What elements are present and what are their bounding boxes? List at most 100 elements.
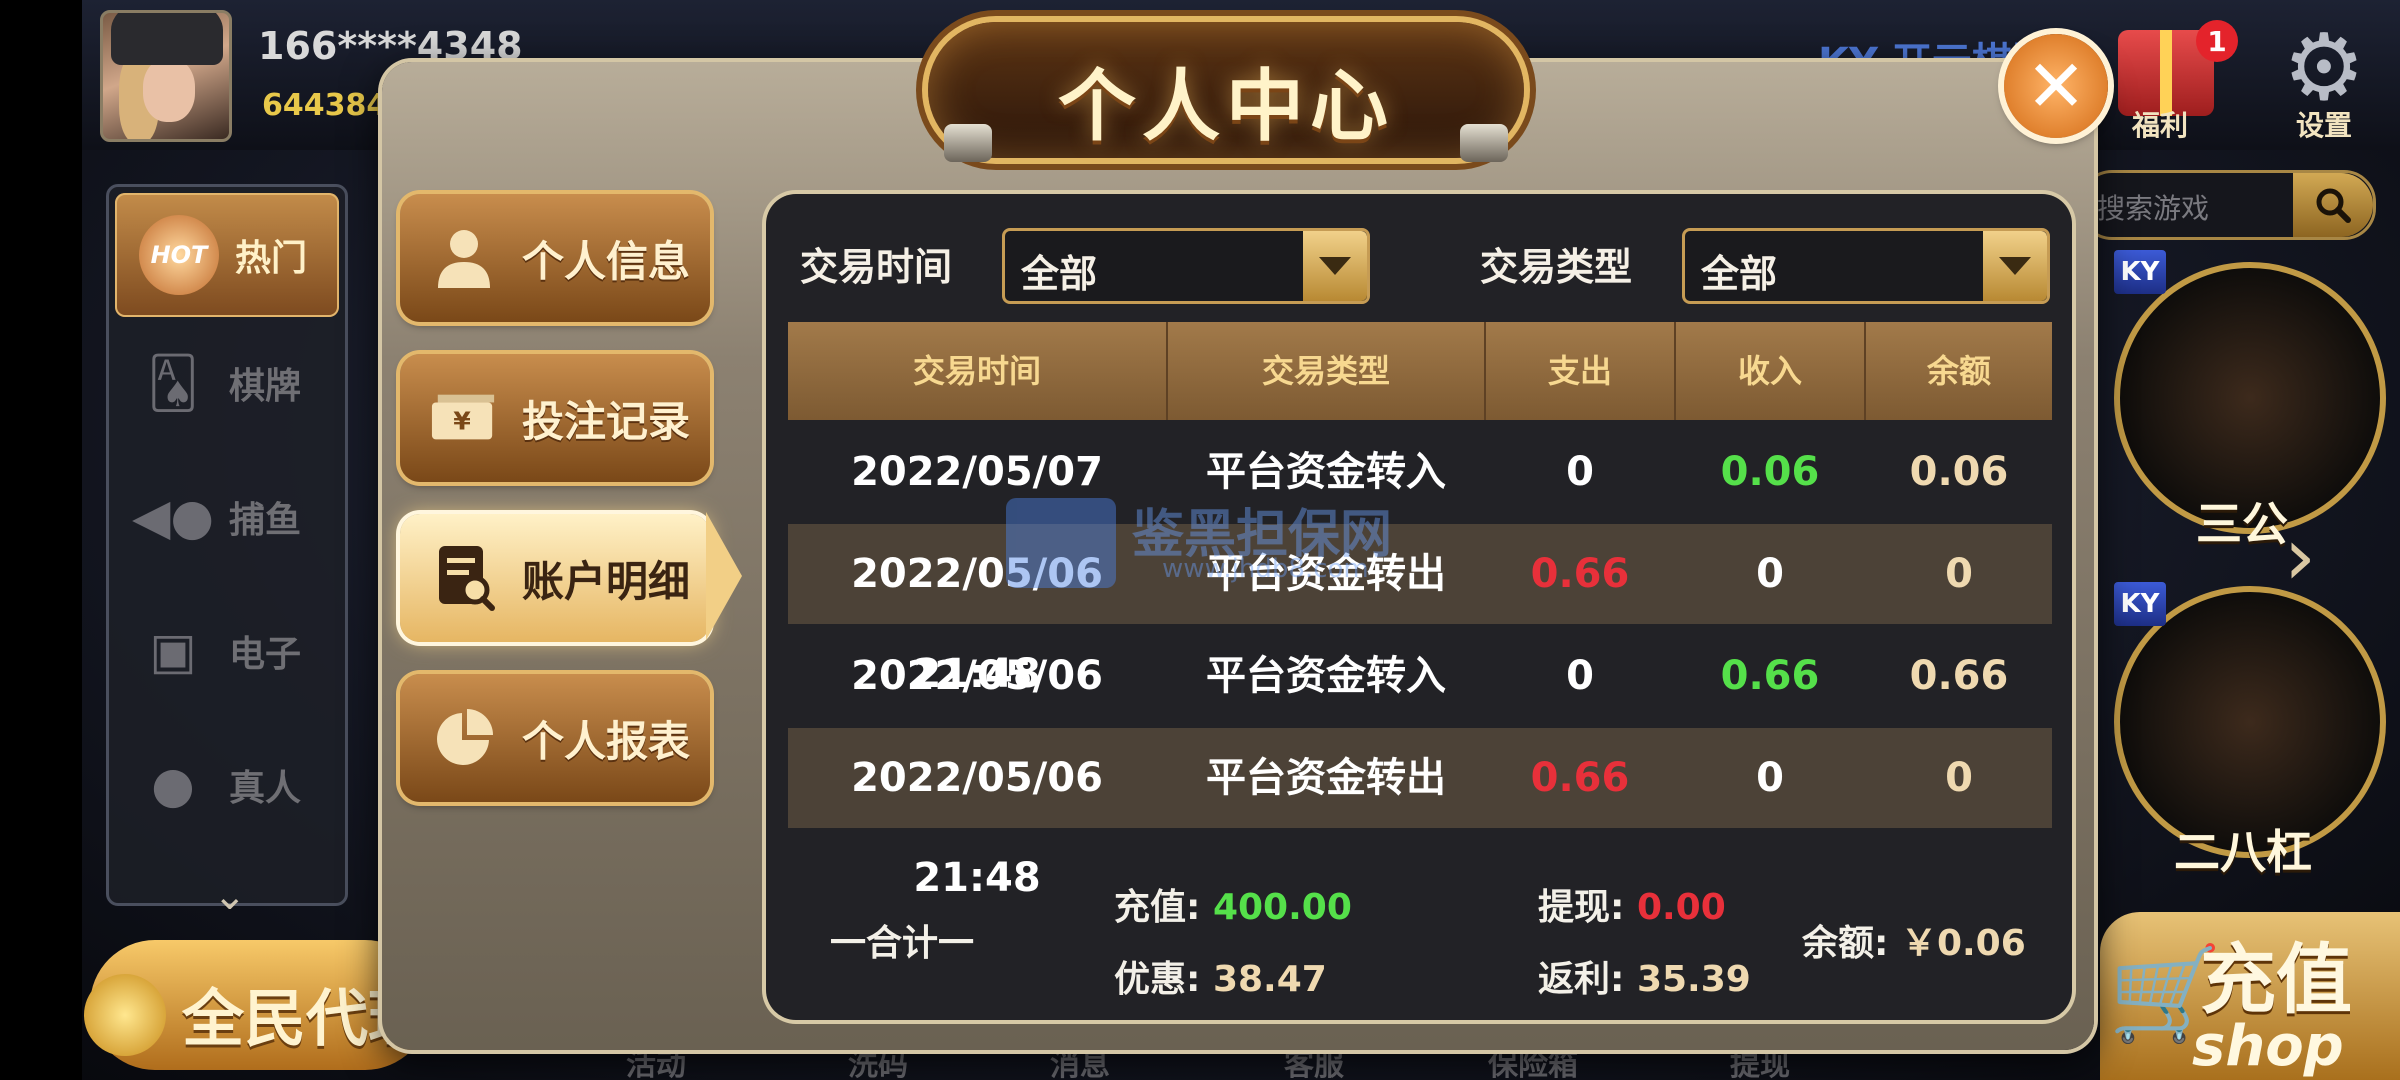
sidebar-item-hot[interactable]: HOT 热门 bbox=[115, 193, 339, 317]
summary-withdraw-label: 提现: bbox=[1538, 887, 1625, 928]
filter-type-value: 全部 bbox=[1701, 252, 1778, 296]
summary-rebate: 返利: 35.39 bbox=[1538, 950, 1751, 1002]
chevron-right-icon[interactable]: › bbox=[2284, 510, 2316, 603]
summary-balance-value: ￥0.06 bbox=[1900, 923, 2026, 964]
cards-icon: 🂡 bbox=[147, 354, 199, 412]
gear-icon[interactable]: ⚙ bbox=[2278, 22, 2370, 114]
table-row[interactable]: 2022/05/06 21:48 平台资金转入 0 0.66 0.66 bbox=[788, 626, 2052, 799]
close-button[interactable]: ✕ bbox=[2004, 34, 2108, 138]
summary-discount-label: 优惠: bbox=[1114, 959, 1201, 1000]
agent-promo-banner[interactable]: 全民代理 bbox=[84, 940, 430, 1070]
sidebar-item-label: 真人 bbox=[229, 768, 302, 809]
summary-recharge-label: 充值: bbox=[1114, 887, 1201, 928]
search-bar[interactable]: 搜索游戏 bbox=[2080, 170, 2376, 240]
sidebar-item-label: 棋牌 bbox=[229, 366, 302, 407]
watermark: 鉴黑担保网 www.jhdb8.com bbox=[1006, 488, 1486, 598]
menu-personal-info[interactable]: 个人信息 bbox=[400, 194, 710, 322]
cell-time: 2022/05/06 21:48 bbox=[851, 653, 1103, 799]
dialog-title-plate: 个人中心 bbox=[928, 22, 1524, 158]
shop-title: 充值 bbox=[2200, 935, 2352, 1024]
summary-discount: 优惠: 38.47 bbox=[1114, 950, 1327, 1002]
summary-balance: 余额: ￥0.06 bbox=[1802, 914, 2026, 966]
cell-type: 平台资金转出 bbox=[1206, 755, 1446, 801]
dialog-title: 个人中心 bbox=[1057, 62, 1394, 152]
filter-type-select[interactable]: 全部 bbox=[1682, 228, 2050, 304]
chevron-down-icon[interactable] bbox=[1303, 231, 1367, 301]
category-sidebar: HOT 热门 🂡 棋牌 ◀● 捕鱼 ▣ 电子 ● 真人 ⌄ bbox=[106, 184, 348, 919]
summary-recharge: 充值: 400.00 bbox=[1114, 878, 1352, 930]
receipt-search-icon bbox=[430, 544, 498, 612]
filter-time-label: 交易时间 bbox=[800, 245, 953, 289]
cell-income: 0 bbox=[1756, 755, 1784, 801]
column-header: 交易类型 bbox=[1261, 352, 1390, 390]
summary-withdraw: 提现: 0.00 bbox=[1538, 878, 1726, 930]
banknote-icon: ¥ bbox=[430, 384, 498, 452]
sidebar-item-fishing[interactable]: ◀● 捕鱼 bbox=[109, 457, 345, 577]
column-header: 交易时间 bbox=[912, 352, 1041, 390]
sidebar-item-label: 热门 bbox=[235, 238, 308, 279]
column-header: 余额 bbox=[1926, 352, 1991, 390]
cell-balance: 0.66 bbox=[1909, 653, 2009, 699]
menu-label: 个人报表 bbox=[522, 716, 691, 766]
filter-time-value: 全部 bbox=[1021, 252, 1098, 296]
column-header: 支出 bbox=[1547, 352, 1612, 390]
fish-icon: ◀● bbox=[131, 488, 215, 546]
summary-total-label: 一合计一 bbox=[830, 923, 975, 964]
summary-discount-value: 38.47 bbox=[1212, 959, 1327, 1000]
sidebar-item-slots[interactable]: ▣ 电子 bbox=[109, 591, 345, 711]
summary-recharge-value: 400.00 bbox=[1212, 887, 1352, 928]
summary-rebate-value: 35.39 bbox=[1636, 959, 1751, 1000]
chevron-down-icon[interactable]: ⌄ bbox=[213, 873, 247, 919]
summary-withdraw-value: 0.00 bbox=[1636, 887, 1726, 928]
sidebar-item-label: 电子 bbox=[229, 634, 302, 675]
settings-label[interactable]: 设置 bbox=[2296, 104, 2352, 144]
cell-balance: 0 bbox=[1945, 755, 1973, 801]
active-menu-pointer bbox=[706, 512, 742, 640]
cell-balance: 0.06 bbox=[1909, 449, 2009, 495]
sidebar-item-live[interactable]: ● 真人 bbox=[109, 725, 345, 845]
game-label: 二八杠 bbox=[2174, 825, 2312, 879]
summary-balance-label: 余额: bbox=[1802, 923, 1889, 964]
menu-bet-records[interactable]: ¥ 投注记录 bbox=[400, 354, 710, 482]
menu-label: 账户明细 bbox=[522, 556, 691, 606]
svg-text:¥: ¥ bbox=[453, 407, 471, 436]
table-header: 交易时间 交易类型 支出 收入 余额 bbox=[788, 322, 2052, 420]
cell-expense: 0.66 bbox=[1530, 551, 1630, 597]
avatar[interactable] bbox=[100, 10, 232, 142]
chevron-down-icon[interactable] bbox=[1983, 231, 2047, 301]
menu-label: 投注记录 bbox=[522, 396, 691, 446]
menu-personal-report[interactable]: 个人报表 bbox=[400, 674, 710, 802]
game-label: 三公 bbox=[2196, 497, 2288, 551]
watermark-url: www.jhdb8.com bbox=[1162, 554, 1369, 584]
cell-expense: 0 bbox=[1566, 449, 1594, 495]
close-icon: ✕ bbox=[2025, 44, 2087, 128]
user-coins: 644384 bbox=[262, 88, 388, 123]
game-lobby-screen: 166****4348 644384 KY 开元棋牌 1 福利 ⚙ 设置 搜索游… bbox=[0, 0, 2400, 1080]
sidebar-item-cards[interactable]: 🂡 棋牌 bbox=[109, 323, 345, 443]
search-placeholder: 搜索游戏 bbox=[2097, 192, 2210, 225]
shop-recharge-button[interactable]: 🛒 充值 shop bbox=[2100, 912, 2400, 1080]
summary-rebate-label: 返利: bbox=[1538, 959, 1625, 1000]
title-ornament bbox=[944, 124, 992, 162]
slot-icon: ▣ bbox=[149, 622, 197, 680]
ky-tag: KY bbox=[2114, 582, 2166, 626]
gift-label[interactable]: 福利 bbox=[2132, 104, 2188, 144]
column-header: 收入 bbox=[1737, 352, 1802, 390]
dealer-icon: ● bbox=[151, 756, 195, 814]
sidebar-item-label: 捕鱼 bbox=[229, 500, 302, 541]
cell-income: 0 bbox=[1756, 551, 1784, 597]
cell-income: 0.66 bbox=[1720, 653, 1820, 699]
shop-subtitle: shop bbox=[2192, 1014, 2344, 1079]
cell-type: 平台资金转入 bbox=[1206, 653, 1446, 699]
cell-expense: 0.66 bbox=[1530, 755, 1630, 801]
gift-badge: 1 bbox=[2196, 20, 2238, 62]
search-icon[interactable] bbox=[2293, 173, 2373, 237]
coin-icon bbox=[84, 974, 166, 1056]
cell-time: 2022/05/06 21:48 bbox=[851, 755, 1103, 901]
menu-account-details[interactable]: 账户明细 bbox=[400, 514, 710, 642]
cell-income: 0.06 bbox=[1720, 449, 1820, 495]
hot-icon: HOT bbox=[139, 215, 219, 295]
table-row[interactable]: 2022/05/06 21:48 平台资金转出 0.66 0 0 bbox=[788, 728, 2052, 901]
title-ornament bbox=[1460, 124, 1508, 162]
filter-time-select[interactable]: 全部 bbox=[1002, 228, 1370, 304]
